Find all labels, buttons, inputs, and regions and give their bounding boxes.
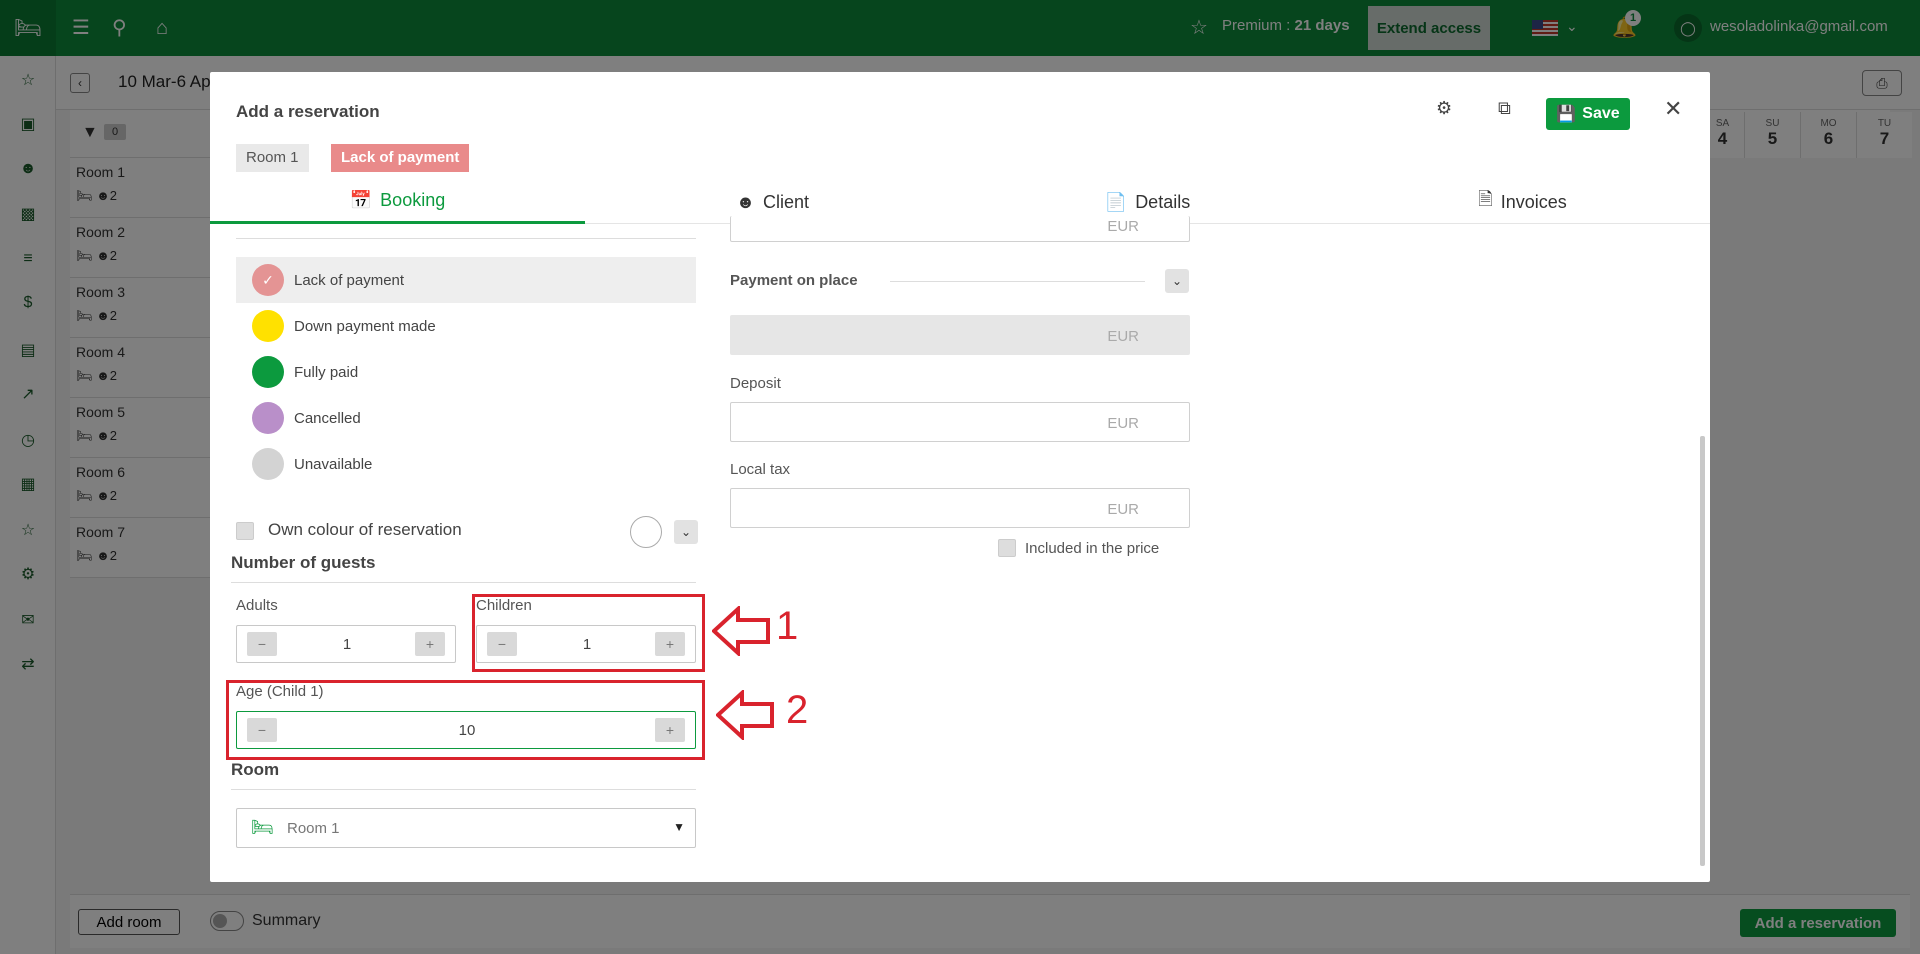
- status-option-down-payment[interactable]: Down payment made: [236, 303, 696, 349]
- divider: [890, 281, 1145, 282]
- status-color-dot: [252, 448, 284, 480]
- own-colour-checkbox[interactable]: [236, 522, 254, 540]
- payment-status-tag: Lack of payment: [331, 144, 470, 172]
- save-icon: 💾: [1556, 106, 1577, 123]
- tab-label: Booking: [380, 190, 446, 210]
- room-section-title: Room: [231, 760, 280, 779]
- annotation-number-1: 1: [776, 604, 799, 648]
- status-label: Cancelled: [294, 409, 361, 427]
- save-label: Save: [1582, 105, 1620, 122]
- status-color-dot: [252, 356, 284, 388]
- modal-scrollbar[interactable]: [1700, 436, 1705, 866]
- bed-icon: 🛏: [251, 817, 274, 837]
- decrement-button[interactable]: −: [247, 632, 277, 656]
- status-color-dot: [252, 310, 284, 342]
- annotation-box-children: [472, 594, 705, 672]
- status-label: Down payment made: [294, 317, 436, 335]
- gear-icon[interactable]: ⚙: [1436, 98, 1452, 119]
- status-label: Unavailable: [294, 455, 373, 473]
- payment-status-list: ✓ Lack of payment Down payment made Full…: [236, 257, 696, 487]
- status-option-lack-of-payment[interactable]: ✓ Lack of payment: [236, 257, 696, 303]
- status-color-dot: [252, 402, 284, 434]
- price-input[interactable]: EUR: [730, 216, 1190, 242]
- included-in-price-label: Included in the price: [1025, 540, 1160, 557]
- check-icon: ✓: [252, 264, 284, 296]
- calendar-icon: 📅: [349, 190, 373, 210]
- adults-label: Adults: [236, 597, 278, 614]
- save-button[interactable]: 💾 Save: [1546, 98, 1630, 130]
- adults-stepper[interactable]: − 1 +: [236, 625, 456, 663]
- colour-picker[interactable]: [630, 516, 662, 548]
- tab-label: Client: [762, 191, 809, 212]
- currency-label: EUR: [1107, 218, 1139, 235]
- status-label: Lack of payment: [294, 271, 405, 289]
- annotation-box-child-age: [226, 680, 705, 760]
- currency-label: EUR: [1107, 328, 1139, 345]
- document-icon: 📄: [1104, 191, 1128, 212]
- divider: [231, 582, 696, 583]
- deposit-input[interactable]: EUR: [730, 402, 1190, 442]
- local-tax-input[interactable]: EUR: [730, 488, 1190, 528]
- guests-section-title: Number of guests: [231, 553, 376, 572]
- copy-icon[interactable]: ⧉: [1498, 98, 1511, 119]
- add-reservation-modal: Add a reservation ⚙ ⧉ 💾 Save ✕ Room 1 Lac…: [210, 72, 1710, 882]
- modal-title: Add a reservation: [236, 102, 380, 121]
- payment-on-place-title: Payment on place: [730, 272, 858, 289]
- tab-label: Details: [1135, 191, 1191, 212]
- local-tax-label: Local tax: [730, 461, 791, 478]
- divider: [236, 238, 696, 239]
- annotation-arrow-icon: [712, 606, 770, 656]
- caret-down-icon: ▼: [673, 820, 685, 834]
- payment-on-place-input: EUR: [730, 315, 1190, 355]
- divider: [231, 789, 696, 790]
- tab-booking[interactable]: 📅 Booking: [210, 180, 585, 224]
- included-in-price-checkbox[interactable]: [998, 539, 1016, 557]
- tab-invoices[interactable]: 🗎 Invoices: [1335, 180, 1710, 224]
- annotation-arrow-icon: [716, 690, 774, 740]
- chevron-down-icon[interactable]: ⌄: [1165, 269, 1189, 293]
- currency-label: EUR: [1107, 415, 1139, 432]
- deposit-label: Deposit: [730, 375, 781, 392]
- status-label: Fully paid: [294, 363, 359, 381]
- increment-button[interactable]: +: [415, 632, 445, 656]
- room-select-value: Room 1: [287, 820, 340, 837]
- own-colour-label: Own colour of reservation: [268, 520, 462, 539]
- adults-value[interactable]: 1: [287, 636, 407, 653]
- person-icon: ☻: [736, 191, 755, 212]
- room-select[interactable]: 🛏 Room 1 ▼: [236, 808, 696, 848]
- annotation-number-2: 2: [786, 688, 809, 732]
- invoice-icon: 🗎: [1478, 189, 1493, 209]
- status-option-unavailable[interactable]: Unavailable: [236, 441, 696, 487]
- tab-label: Invoices: [1500, 191, 1567, 212]
- currency-label: EUR: [1107, 501, 1139, 518]
- close-icon[interactable]: ✕: [1664, 96, 1682, 122]
- own-colour-row: Own colour of reservation ⌄: [236, 516, 698, 548]
- room-tag: Room 1: [236, 144, 309, 172]
- chevron-down-icon[interactable]: ⌄: [674, 520, 698, 544]
- status-option-fully-paid[interactable]: Fully paid: [236, 349, 696, 395]
- status-option-cancelled[interactable]: Cancelled: [236, 395, 696, 441]
